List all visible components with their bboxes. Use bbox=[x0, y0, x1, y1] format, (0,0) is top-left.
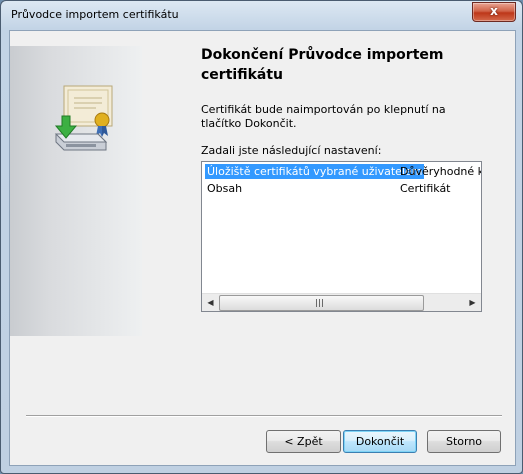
scroll-right-icon[interactable]: ▶ bbox=[464, 294, 481, 311]
info-text: Certifikát bude naimportován po klepnutí… bbox=[201, 103, 446, 130]
setting-value: Certifikát bbox=[400, 182, 451, 195]
grip-icon bbox=[316, 299, 325, 307]
scroll-left-icon[interactable]: ◀ bbox=[202, 294, 219, 311]
wizard-client-area: Dokončení Průvodce importem certifikátu … bbox=[9, 30, 516, 466]
setting-name: Obsah bbox=[207, 182, 243, 195]
settings-listbox[interactable]: Úložiště certifikátů vybrané uživatelem … bbox=[201, 161, 482, 312]
title-bar[interactable]: Průvodce importem certifikátu x bbox=[1, 1, 522, 29]
close-button[interactable]: x bbox=[472, 2, 516, 22]
finish-button[interactable]: Dokončit bbox=[343, 430, 417, 453]
wizard-window: Průvodce importem certifikátu x Dokončen… bbox=[0, 0, 523, 474]
wizard-side-panel bbox=[10, 46, 142, 336]
separator bbox=[26, 415, 502, 417]
page-heading: Dokončení Průvodce importem certifikátu bbox=[201, 47, 444, 83]
window-title: Průvodce importem certifikátu bbox=[11, 8, 179, 21]
list-item[interactable]: Obsah Certifikát bbox=[204, 181, 481, 196]
setting-name: Úložiště certifikátů vybrané uživatelem bbox=[205, 164, 425, 179]
setting-value: Důvěryhodné kořenové certifikační autori… bbox=[400, 165, 481, 178]
scrollbar-thumb[interactable] bbox=[219, 295, 424, 311]
close-icon: x bbox=[490, 4, 498, 18]
certificate-import-icon bbox=[54, 85, 113, 151]
cancel-button[interactable]: Storno bbox=[427, 430, 501, 453]
list-item[interactable]: Úložiště certifikátů vybrané uživatelem … bbox=[204, 164, 481, 179]
back-button[interactable]: < Zpět bbox=[266, 430, 341, 453]
settings-label: Zadali jste následující nastavení: bbox=[201, 144, 382, 157]
horizontal-scrollbar[interactable]: ◀ ▶ bbox=[202, 293, 481, 311]
